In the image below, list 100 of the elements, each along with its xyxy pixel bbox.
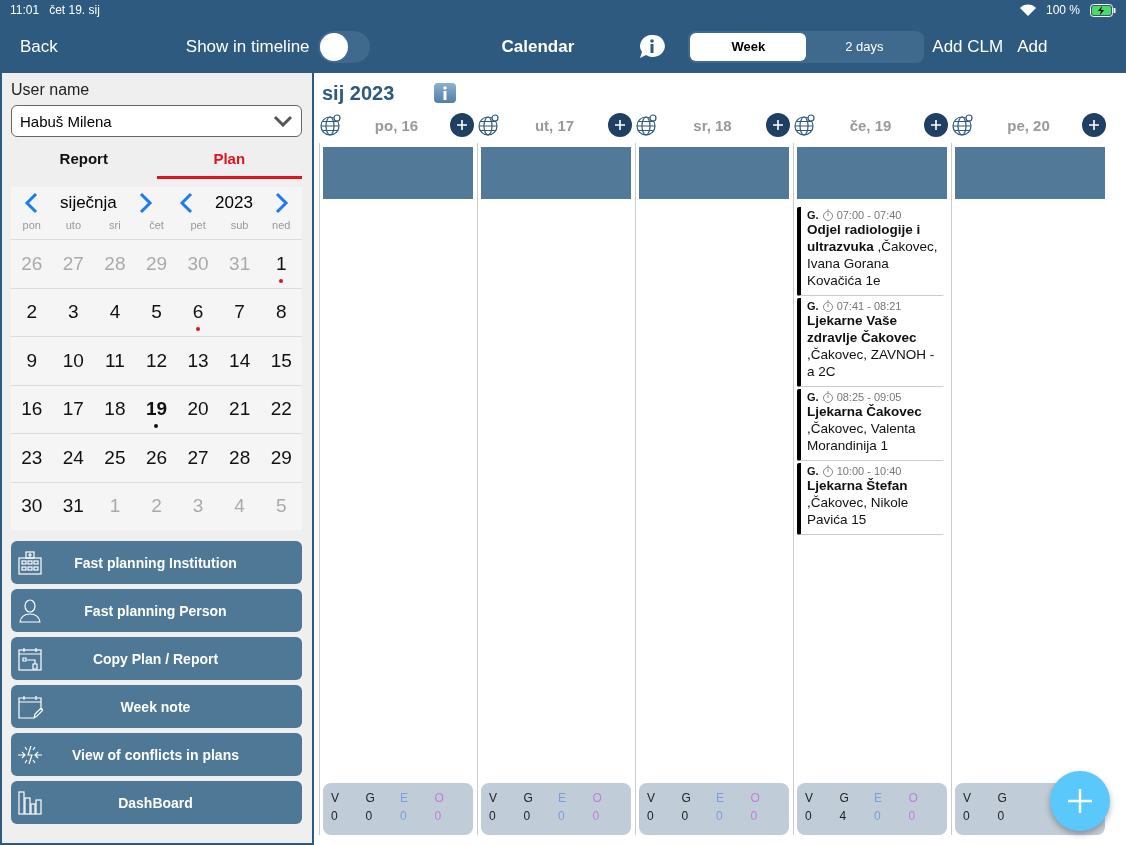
sidebar-action-button[interactable]: View of conflicts in plans — [11, 733, 302, 776]
calendar-day[interactable]: 27 — [187, 446, 209, 469]
calendar-day[interactable]: 12 — [145, 349, 168, 372]
window-title: Calendar — [501, 36, 575, 57]
calendar-day[interactable]: 8 — [275, 301, 287, 324]
event-description: Ljekarne Vaše zdravlje Čakovec ,Čakovec, ZAVNOH - a 2C — [807, 312, 936, 380]
user-select[interactable]: Habuš Milena — [11, 105, 302, 137]
weekday-label: ned — [271, 219, 292, 233]
chevron-left-icon — [178, 192, 193, 214]
calendar-day[interactable]: 26 — [145, 446, 168, 469]
calendar-day[interactable]: 21 — [229, 398, 251, 421]
calendar-day[interactable]: 30 — [21, 495, 43, 518]
back-button[interactable]: Back — [20, 36, 58, 57]
globe-pin-icon[interactable] — [793, 113, 817, 137]
calendar-day[interactable]: 18 — [104, 398, 126, 421]
globe-pin-icon[interactable] — [477, 113, 501, 137]
add-event-button[interactable] — [608, 113, 632, 137]
sidebar-action-button[interactable]: DashBoard — [11, 781, 302, 824]
summary-count: 0 — [680, 809, 689, 825]
calendar-day[interactable]: 17 — [62, 398, 84, 421]
globe-pin-icon[interactable] — [319, 113, 343, 137]
sidebar-action-button[interactable]: Fast planning Person — [11, 589, 302, 632]
event-card[interactable]: G. 07:41 - 08:21 Ljekarne Vaše zdravlje Čakovec ,Čakovec, ZAVNOH - a 2C — [797, 298, 944, 387]
add-event-button[interactable] — [1082, 113, 1106, 137]
mode-tab[interactable]: Report — [11, 141, 157, 179]
add-event-button[interactable] — [450, 113, 474, 137]
summary-count: 0 — [749, 809, 758, 825]
calendar-pencil-icon — [17, 693, 43, 720]
event-time: 07:00 - 07:40 — [836, 209, 902, 221]
calendar-day[interactable]: 11 — [105, 349, 125, 372]
day-header: če, 19 — [849, 116, 892, 134]
timeline-toggle[interactable] — [317, 30, 370, 63]
calendar-day[interactable]: 15 — [270, 349, 292, 372]
calendar-day[interactable]: 4 — [109, 301, 121, 324]
summary-label: V — [330, 791, 339, 807]
plus-icon — [456, 119, 468, 131]
month-title: sij 2023 — [322, 81, 395, 105]
weekday-label: sri — [108, 219, 122, 233]
day-header: po, 16 — [374, 116, 419, 134]
calendar-day[interactable]: 3 — [68, 301, 79, 324]
calendar-day[interactable]: 20 — [187, 398, 209, 421]
summary-label: G — [838, 791, 849, 807]
calendar-day[interactable]: 13 — [187, 349, 209, 372]
weekday-label: pet — [189, 219, 207, 233]
summary-count: 0 — [364, 809, 373, 825]
calendar-day[interactable]: 22 — [270, 398, 292, 421]
day-header: pe, 20 — [1007, 116, 1050, 134]
calendar-day[interactable]: 16 — [21, 398, 43, 421]
weekday-label: uto — [64, 219, 82, 233]
add-event-button[interactable] — [766, 113, 790, 137]
event-card[interactable]: G. 07:00 - 07:40 Odjel radiologije i ultrazvuka ,Čakovec, Ivana Gorana Kovačića 1e — [797, 207, 944, 296]
info-icon[interactable] — [434, 83, 457, 103]
calendar-day[interactable]: 10 — [62, 349, 84, 372]
calendar-day[interactable]: 31 — [62, 495, 84, 518]
weekday-label: sub — [229, 219, 250, 233]
calendar-day[interactable]: 6 — [192, 301, 204, 324]
calendar-day[interactable]: 9 — [26, 349, 38, 372]
chevron-right-icon — [275, 192, 290, 214]
bar-chart-icon — [17, 789, 43, 816]
status-time: 11:01 — [10, 3, 40, 17]
sidebar-action-button[interactable]: Week note — [11, 685, 302, 728]
summary-label: E — [399, 791, 408, 807]
calendar-day[interactable]: 28 — [229, 446, 251, 469]
sidebar-action-button[interactable]: Fast planning Institution — [11, 541, 302, 584]
calendar-day[interactable]: 19 — [145, 398, 168, 421]
info-bubble-icon[interactable] — [638, 33, 667, 60]
summary-count: 4 — [838, 809, 847, 825]
event-description: Ljekarna Štefan ,Čakovec, Nikole Pavića 15 — [807, 477, 910, 528]
event-card[interactable]: G. 08:25 - 09:05 Ljekarna Čakovec ,Čakovec, Valenta Morandinija 1 — [797, 389, 944, 461]
event-type: G. — [807, 209, 819, 221]
view-segment[interactable]: Week — [690, 32, 807, 61]
globe-pin-icon[interactable] — [635, 113, 659, 137]
summary-label: V — [962, 791, 971, 807]
add-button[interactable]: Add — [1017, 36, 1048, 57]
summary-label: V — [488, 791, 497, 807]
calendar-day[interactable]: 2 — [26, 301, 38, 324]
calendar-day[interactable]: 5 — [151, 301, 162, 324]
add-event-button[interactable] — [924, 113, 948, 137]
calendar-day[interactable]: 23 — [21, 446, 43, 469]
wifi-icon — [1019, 4, 1036, 16]
summary-count: 0 — [646, 809, 654, 825]
timeline-label: Show in timeline — [185, 36, 310, 57]
calendar-day[interactable]: 24 — [62, 446, 84, 469]
view-segment[interactable]: 2 days — [806, 32, 923, 61]
summary-count: 0 — [804, 809, 812, 825]
globe-pin-icon[interactable] — [951, 113, 975, 137]
user-name-label: User name — [11, 81, 91, 99]
calendar-day[interactable]: 14 — [229, 349, 251, 372]
summary-count: 0 — [996, 809, 1005, 825]
plus-icon — [1067, 788, 1093, 814]
calendar-day[interactable]: 29 — [270, 446, 292, 469]
calendar-day[interactable]: 1 — [275, 252, 287, 275]
calendar-day[interactable]: 7 — [234, 301, 245, 324]
calendar-day[interactable]: 25 — [104, 446, 126, 469]
mode-tab[interactable]: Plan — [156, 141, 302, 179]
day-header: sr, 18 — [693, 116, 732, 134]
add-clm-button[interactable]: Add CLM — [932, 36, 1004, 57]
summary-label: G — [522, 791, 533, 807]
event-card[interactable]: G. 10:00 - 10:40 Ljekarna Štefan ,Čakovec, Nikole Pavića 15 — [797, 463, 944, 535]
sidebar-action-button[interactable]: Copy Plan / Report — [11, 637, 302, 680]
